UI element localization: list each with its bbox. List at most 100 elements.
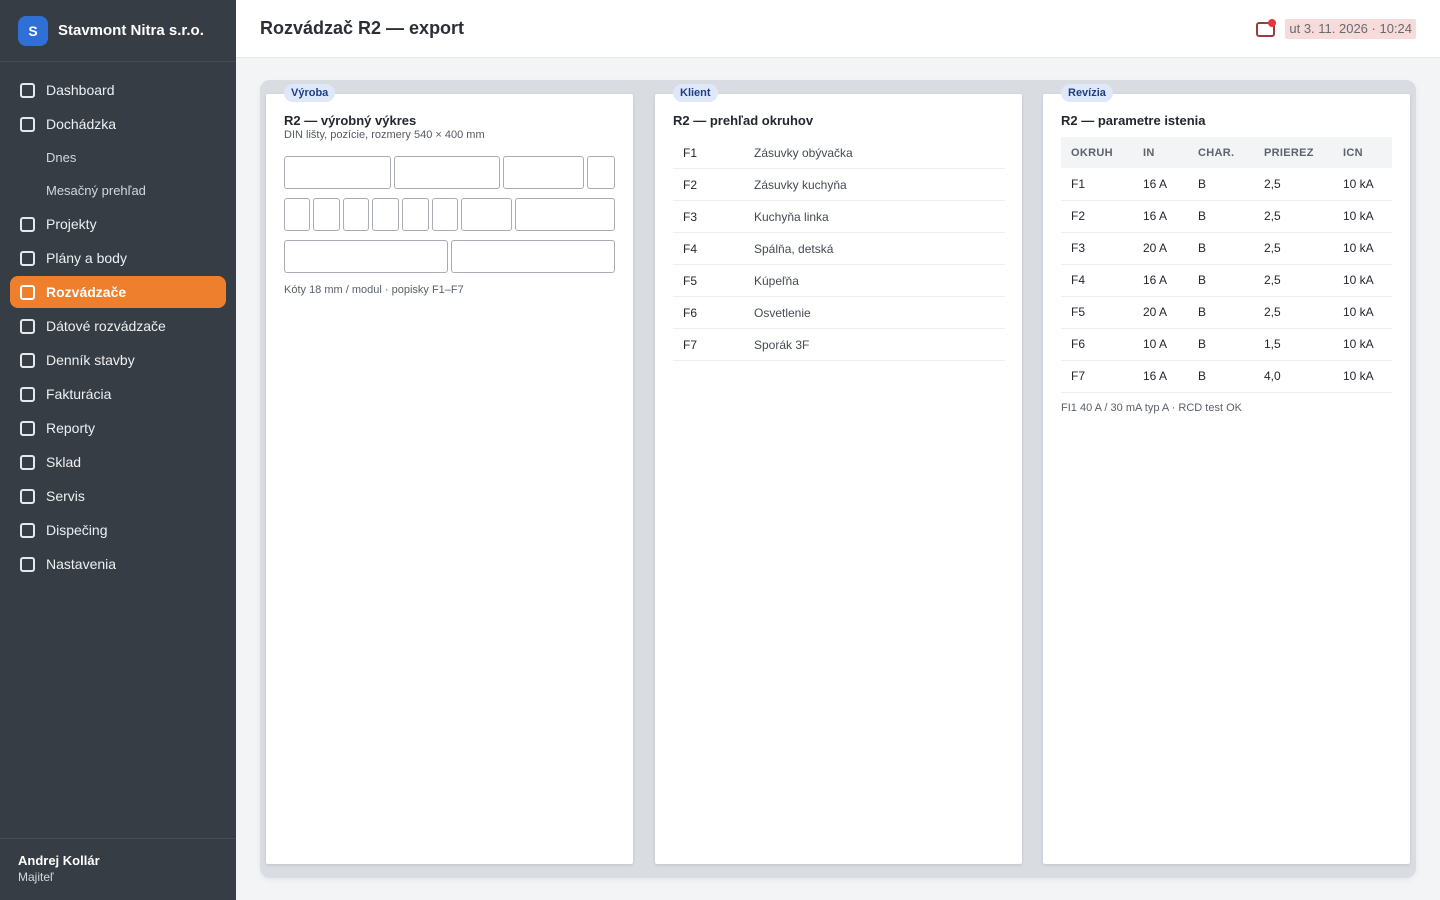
sidebar-subitem-today[interactable]: Dnes: [10, 142, 226, 173]
page-title: Rozvádzač R2 — export: [260, 18, 465, 38]
table-row: F2 16 A B 2,5 10 kA: [1061, 200, 1392, 233]
checkbox-icon: [20, 488, 35, 504]
module-slot: [284, 156, 391, 189]
table-row: F1 16 A B 2,5 10 kA: [1061, 168, 1392, 201]
circuit-name: Kuchyňa linka: [754, 209, 829, 224]
module-slot: [587, 156, 615, 189]
table-cell: 10 kA: [1333, 232, 1392, 265]
panel-tag: Revízia: [1061, 84, 1113, 102]
sidebar-item-label: Mesačný prehľad: [46, 183, 146, 198]
sidebar-item-service[interactable]: Servis: [10, 480, 226, 512]
user-name: Andrej Kollár: [18, 853, 100, 868]
table-cell: 10 kA: [1333, 200, 1392, 233]
protection-table: OKRUH IN CHAR. PRIEREZ ICN F1 16 A B 2,5 10 …: [1061, 137, 1392, 393]
sidebar-item-switchboards[interactable]: Rozvádzače: [10, 276, 226, 308]
table-row: F4 16 A B 2,5 10 kA: [1061, 264, 1392, 297]
list-item: F3 Kuchyňa linka: [673, 201, 1005, 233]
brand[interactable]: S Stavmont Nitra s.r.o.: [0, 0, 236, 62]
sidebar-item-attendance[interactable]: Dochádzka: [10, 108, 226, 140]
module-slot: [313, 198, 340, 231]
module-slot: [284, 240, 448, 273]
module-slot: [461, 198, 512, 231]
table-cell: 4,0: [1254, 360, 1333, 393]
table-cell: 2,5: [1254, 200, 1333, 233]
circuit-name: Zásuvky kuchyňa: [754, 177, 847, 192]
column-header: PRIEREZ: [1254, 137, 1333, 168]
checkbox-icon: [20, 556, 35, 572]
checkbox-icon: [20, 352, 35, 368]
panel-title: R2 — prehľad okruhov: [673, 113, 814, 128]
checkbox-icon: [20, 284, 35, 300]
panel-tag: Klient: [673, 84, 718, 102]
sidebar-item-reports[interactable]: Reporty: [10, 412, 226, 444]
panel-title: R2 — výrobný výkres: [284, 113, 417, 128]
client-panel: Klient R2 — prehľad okruhov F1 Zásuvky ob…: [655, 84, 1022, 864]
sidebar-item-invoicing[interactable]: Fakturácia: [10, 378, 226, 410]
table-cell: F4: [1061, 264, 1133, 297]
table-cell: 16 A: [1133, 168, 1188, 201]
notification-dot: [1268, 19, 1276, 27]
table-row: F7 16 A B 4,0 10 kA: [1061, 360, 1392, 393]
sidebar-item-settings[interactable]: Nastavenia: [10, 548, 226, 580]
sidebar: S Stavmont Nitra s.r.o. Dashboard Dochád…: [0, 0, 236, 900]
checkbox-icon: [20, 386, 35, 402]
export-preview: Výroba R2 — výrobný výkres DIN lišty, po…: [260, 80, 1416, 878]
table-cell: B: [1188, 360, 1254, 393]
calendar-notification-icon[interactable]: [1256, 19, 1276, 37]
circuit-name: Osvetlenie: [754, 305, 811, 320]
column-header: OKRUH: [1061, 137, 1133, 168]
list-item: F2 Zásuvky kuchyňa: [673, 169, 1005, 201]
circuit-id: F2: [683, 177, 698, 192]
table-cell: B: [1188, 328, 1254, 361]
table-cell: B: [1188, 200, 1254, 233]
table-cell: 16 A: [1133, 200, 1188, 233]
sidebar-item-projects[interactable]: Projekty: [10, 208, 226, 240]
table-cell: F7: [1061, 360, 1133, 393]
top-header: Rozvádzač R2 — export ut 3. 11. 2026 · 1…: [236, 0, 1440, 58]
sidebar-item-dashboard[interactable]: Dashboard: [10, 74, 226, 106]
table-cell: F5: [1061, 296, 1133, 329]
sidebar-item-data-switchboards[interactable]: Dátové rozvádzače: [10, 310, 226, 342]
din-rail-row: [284, 156, 615, 189]
sidebar-item-plans[interactable]: Plány a body: [10, 242, 226, 274]
table-cell: 10 kA: [1333, 264, 1392, 297]
circuit-id: F5: [683, 273, 698, 288]
user-profile[interactable]: Andrej Kollár Majiteľ: [0, 838, 236, 900]
sidebar-item-site-diary[interactable]: Denník stavby: [10, 344, 226, 376]
revision-panel: Revízia R2 — parametre istenia OKRUH IN …: [1043, 84, 1410, 864]
sidebar-item-dispatch[interactable]: Dispečing: [10, 514, 226, 546]
production-panel: Výroba R2 — výrobný výkres DIN lišty, po…: [266, 84, 633, 864]
sidebar-item-label: Reporty: [46, 420, 96, 436]
table-cell: 1,5: [1254, 328, 1333, 361]
list-item: F1 Zásuvky obývačka: [673, 137, 1005, 169]
table-cell: 2,5: [1254, 296, 1333, 329]
table-cell: 16 A: [1133, 264, 1188, 297]
din-rail-row: [284, 198, 615, 231]
table-cell: 2,5: [1254, 168, 1333, 201]
sidebar-subitem-monthly[interactable]: Mesačný prehľad: [10, 175, 226, 206]
circuit-name: Zásuvky obývačka: [754, 145, 853, 160]
panel-title: R2 — parametre istenia: [1061, 113, 1206, 128]
module-slot: [515, 198, 615, 231]
sidebar-item-warehouse[interactable]: Sklad: [10, 446, 226, 478]
checkbox-icon: [20, 216, 35, 232]
table-cell: B: [1188, 168, 1254, 201]
table-cell: 10 kA: [1333, 328, 1392, 361]
module-slot: [394, 156, 500, 189]
table-cell: F2: [1061, 200, 1133, 233]
module-slot: [343, 198, 369, 231]
checkbox-icon: [20, 82, 35, 98]
table-cell: F3: [1061, 232, 1133, 265]
table-cell: B: [1188, 232, 1254, 265]
column-header: CHAR.: [1188, 137, 1254, 168]
table-cell: 2,5: [1254, 232, 1333, 265]
sidebar-item-label: Plány a body: [46, 250, 127, 266]
sidebar-item-label: Dnes: [46, 150, 77, 165]
module-slot: [451, 240, 615, 273]
table-cell: 10 kA: [1333, 360, 1392, 393]
checkbox-icon: [20, 318, 35, 334]
table-cell: B: [1188, 264, 1254, 297]
table-row: F6 10 A B 1,5 10 kA: [1061, 328, 1392, 361]
sidebar-item-label: Dashboard: [46, 82, 115, 98]
circuit-id: F3: [683, 209, 698, 224]
